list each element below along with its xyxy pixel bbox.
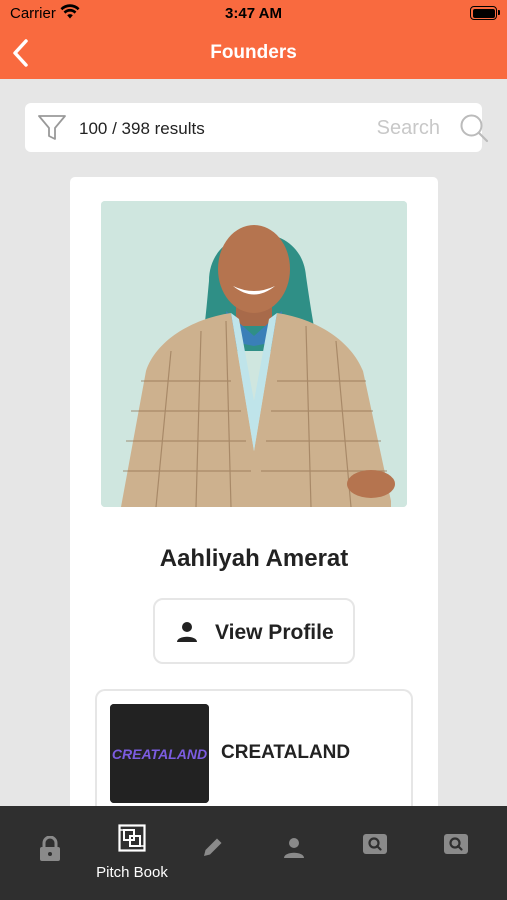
founder-card: Aahliyah Amerat View Profile CREATALAND … xyxy=(70,177,438,817)
search-box-icon xyxy=(444,834,468,854)
clock: 3:47 AM xyxy=(225,5,282,22)
company-logo-text: CREATALAND xyxy=(112,746,207,762)
filter-icon[interactable] xyxy=(37,114,67,142)
tab-pitch-book[interactable]: Pitch Book xyxy=(90,806,174,900)
search-box-icon xyxy=(363,834,387,854)
founder-photo xyxy=(101,201,407,507)
person-icon xyxy=(177,622,197,642)
company-card[interactable]: CREATALAND CREATALAND xyxy=(95,689,413,817)
view-profile-label: View Profile xyxy=(215,621,334,644)
person-icon xyxy=(284,838,304,858)
tab-search-1[interactable] xyxy=(345,806,405,900)
founder-name: Aahliyah Amerat xyxy=(159,545,349,572)
view-profile-button[interactable]: View Profile xyxy=(153,598,355,664)
lock-icon xyxy=(40,836,60,861)
tab-search-2[interactable] xyxy=(426,806,486,900)
search-input[interactable] xyxy=(315,113,440,143)
nav-bar: Founders xyxy=(0,28,507,79)
search-bar: 100 / 398 results xyxy=(25,103,489,152)
tab-edit[interactable] xyxy=(183,806,243,900)
tab-lock[interactable] xyxy=(20,806,80,900)
pencil-icon xyxy=(204,838,222,856)
company-logo: CREATALAND xyxy=(110,704,209,803)
tab-label-pitch-book: Pitch Book xyxy=(96,864,168,881)
search-icon[interactable] xyxy=(459,113,489,143)
company-name: CREATALAND xyxy=(221,742,351,763)
page-title: Founders xyxy=(210,42,297,63)
pitch-book-icon xyxy=(118,824,146,852)
results-count: 100 / 398 results xyxy=(79,119,205,138)
battery-icon xyxy=(470,6,500,20)
tab-profile[interactable] xyxy=(264,806,324,900)
tab-bar: Pitch Book xyxy=(0,806,507,900)
status-bar: Carrier 3:47 AM xyxy=(0,0,507,28)
